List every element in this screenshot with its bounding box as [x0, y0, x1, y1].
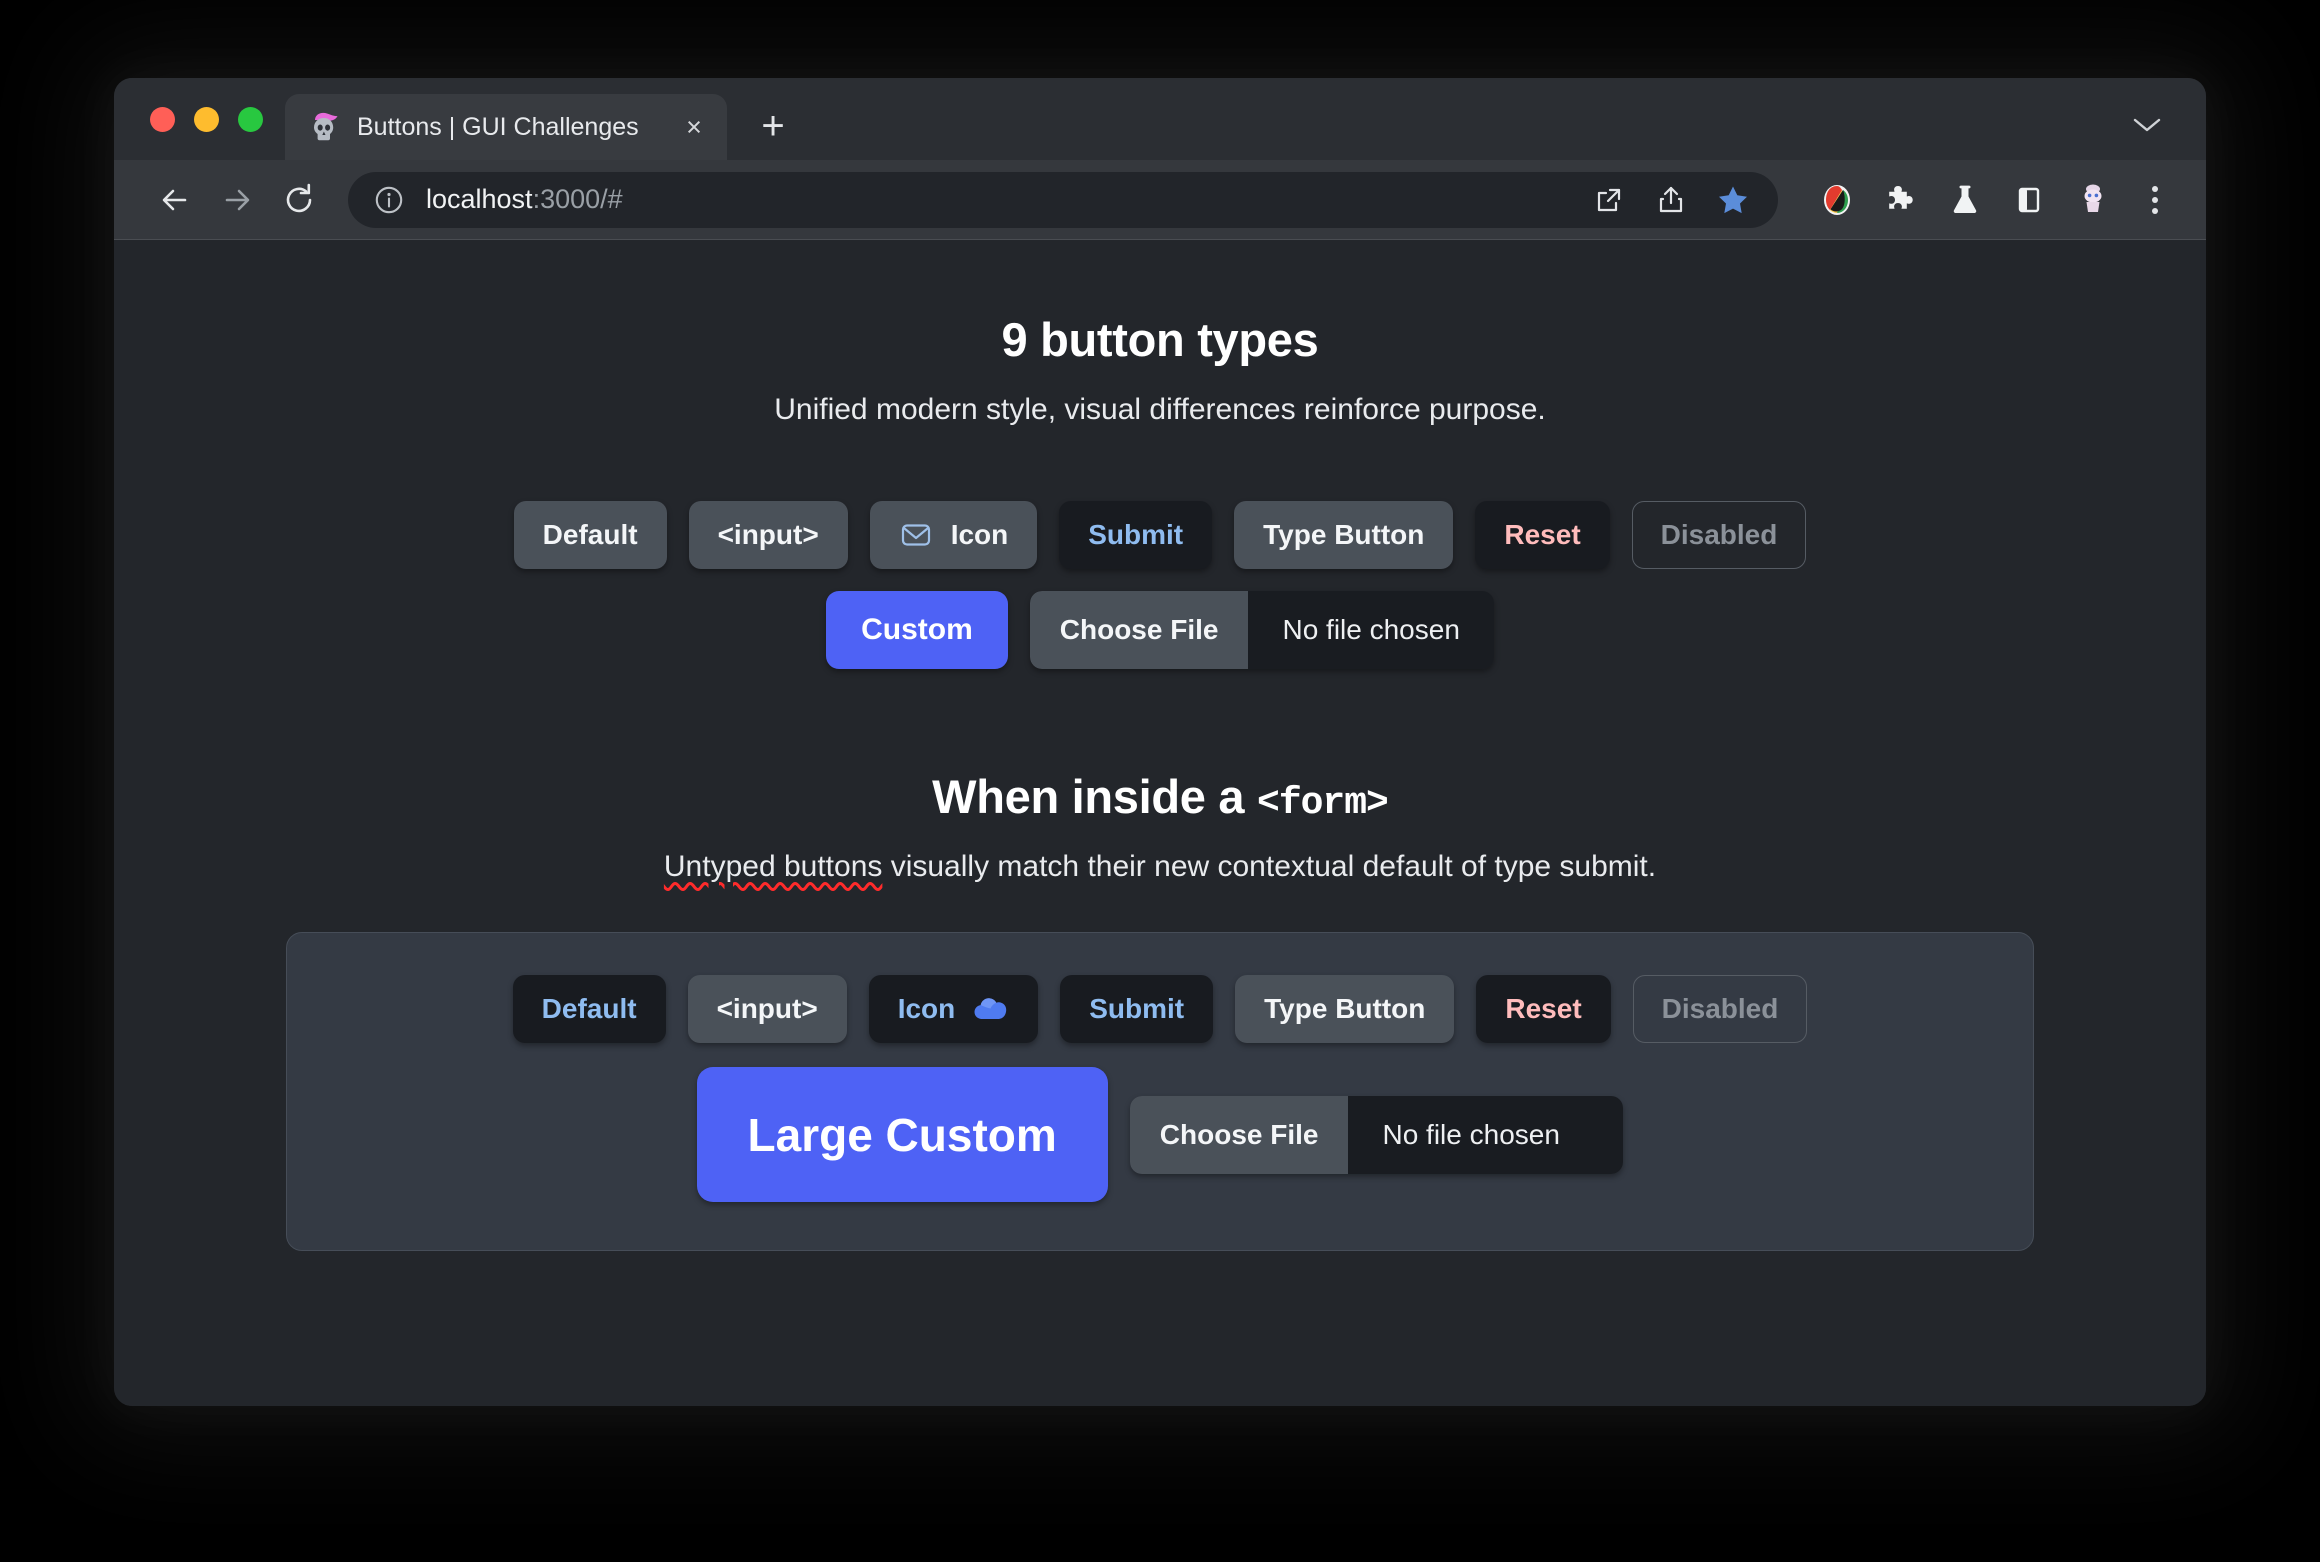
back-button[interactable]: [144, 169, 206, 231]
star-icon[interactable]: [1704, 171, 1762, 229]
custom-button-label: Custom: [861, 613, 973, 646]
form-section-title: When inside a <form>: [114, 769, 2206, 825]
button-row-primary: Default <input> Icon Submit Type Button …: [114, 501, 2206, 569]
address-bar-text: localhost:3000/#: [426, 184, 1592, 215]
form-disabled-button: Disabled: [1632, 975, 1808, 1043]
profile-avatar-icon[interactable]: [2064, 171, 2122, 229]
form-section-title-lead: When inside a: [932, 770, 1258, 823]
info-circle-icon[interactable]: [372, 183, 406, 217]
form-file-input[interactable]: Choose File No file chosen: [1129, 1095, 1624, 1174]
large-custom-button-label: Large Custom: [747, 1108, 1057, 1161]
side-panel-icon[interactable]: [2000, 171, 2058, 229]
share-icon[interactable]: [1642, 171, 1700, 229]
tab-strip: Buttons | GUI Challenges × +: [114, 78, 2206, 160]
page-title: 9 button types: [1001, 313, 1319, 366]
form-input-button-label: <input>: [716, 993, 818, 1024]
form-file-status-label: No file chosen: [1348, 1095, 1624, 1174]
flask-labs-icon[interactable]: [1936, 171, 1994, 229]
disabled-button: Disabled: [1631, 501, 1807, 569]
form-default-button-label: Default: [541, 993, 637, 1024]
submit-button-label: Submit: [1088, 519, 1184, 550]
url-host: localhost: [426, 184, 533, 214]
form-section: When inside a <form> Untyped buttons vis…: [114, 769, 2206, 1251]
default-button[interactable]: Default: [513, 501, 667, 569]
form-default-button[interactable]: Default: [512, 975, 666, 1043]
form-type-button-label: Type Button: [1264, 993, 1426, 1024]
file-status-label: No file chosen: [1248, 591, 1494, 669]
puzzle-piece-extensions-icon[interactable]: [1872, 171, 1930, 229]
icon-button[interactable]: Icon: [869, 501, 1038, 569]
skull-with-pink-cap-favicon: [307, 110, 341, 144]
url-path: :3000/#: [532, 184, 623, 214]
maximize-window-button[interactable]: [238, 106, 263, 132]
form-input-button[interactable]: <input>: [687, 975, 847, 1043]
choose-file-button[interactable]: Choose File: [1029, 591, 1249, 669]
form-type-button[interactable]: Type Button: [1235, 975, 1455, 1043]
form-button-row-secondary: Large Custom Choose File No file chosen: [287, 1067, 2033, 1202]
default-button-label: Default: [542, 519, 638, 550]
chevron-down-icon[interactable]: [2132, 112, 2206, 160]
submit-button[interactable]: Submit: [1059, 501, 1213, 569]
form-icon-button-label: Icon: [897, 993, 956, 1024]
three-dot-menu-icon[interactable]: [2128, 171, 2182, 229]
browser-toolbar: localhost:3000/#: [114, 160, 2206, 240]
custom-button[interactable]: Custom: [826, 591, 1008, 669]
form-button-row-primary: Default <input> Icon Submit Type Button: [287, 975, 2033, 1043]
address-bar-actions: [1580, 171, 1762, 229]
close-tab-button[interactable]: ×: [677, 110, 711, 144]
page-content: 9 button types Unified modern style, vis…: [114, 240, 2206, 1406]
icon-button-label: Icon: [950, 519, 1009, 550]
form-section-subtitle-rest: visually match their new contextual defa…: [882, 850, 1657, 883]
form-disabled-button-label: Disabled: [1661, 993, 1779, 1024]
form-submit-button[interactable]: Submit: [1060, 975, 1214, 1043]
misspelled-phrase: Untyped buttons: [663, 850, 883, 883]
extension-icons: [1808, 171, 2122, 229]
input-button[interactable]: <input>: [688, 501, 848, 569]
mail-icon: [899, 518, 933, 552]
forward-button[interactable]: [206, 169, 268, 231]
reset-button[interactable]: Reset: [1475, 501, 1610, 569]
window-traffic-lights: [114, 78, 285, 160]
form-container: Default <input> Icon Submit Type Button: [286, 932, 2034, 1251]
disabled-button-label: Disabled: [1660, 519, 1778, 550]
button-row-secondary: Custom Choose File No file chosen: [114, 591, 2206, 669]
browser-window: Buttons | GUI Challenges × + localhost:3…: [114, 78, 2206, 1406]
input-button-label: <input>: [717, 519, 819, 550]
type-button[interactable]: Type Button: [1234, 501, 1454, 569]
form-section-title-tag: <form>: [1257, 782, 1389, 825]
page-subtitle: Unified modern style, visual differences…: [774, 393, 1546, 426]
form-reset-button[interactable]: Reset: [1476, 975, 1611, 1043]
new-tab-button[interactable]: +: [745, 98, 801, 154]
open-in-new-icon[interactable]: [1580, 171, 1638, 229]
close-window-button[interactable]: [150, 106, 175, 132]
browser-tab[interactable]: Buttons | GUI Challenges ×: [285, 94, 727, 160]
form-reset-button-label: Reset: [1505, 993, 1582, 1024]
file-input[interactable]: Choose File No file chosen: [1029, 591, 1494, 669]
browser-tab-title: Buttons | GUI Challenges: [357, 112, 639, 141]
color-palette-extension-icon[interactable]: [1808, 171, 1866, 229]
reset-button-label: Reset: [1504, 519, 1581, 550]
reload-button[interactable]: [268, 169, 330, 231]
form-section-subtitle: Untyped buttons visually match their new…: [114, 850, 2206, 884]
form-submit-button-label: Submit: [1089, 993, 1185, 1024]
large-custom-button[interactable]: Large Custom: [696, 1067, 1108, 1202]
cloud-icon: [973, 994, 1009, 1024]
minimize-window-button[interactable]: [194, 106, 219, 132]
form-choose-file-button[interactable]: Choose File: [1129, 1095, 1349, 1174]
type-button-label: Type Button: [1263, 519, 1425, 550]
address-bar[interactable]: localhost:3000/#: [348, 171, 1778, 229]
form-icon-button[interactable]: Icon: [868, 975, 1039, 1043]
